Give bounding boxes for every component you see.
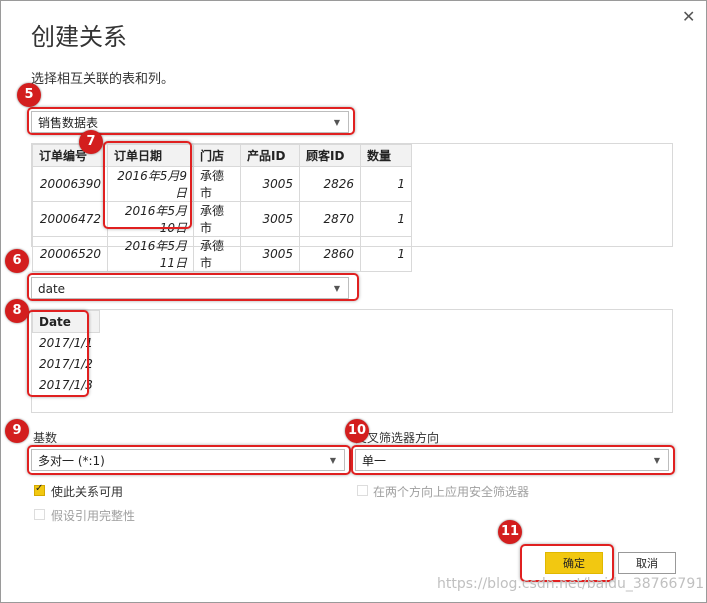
table-cell: 2860 (299, 236, 361, 272)
cardinality-label: 基数 (33, 431, 58, 445)
table-cell: 2017/1/1 (32, 332, 100, 354)
chevron-down-icon: ▼ (329, 456, 336, 465)
chevron-down-icon: ▼ (333, 118, 340, 127)
step-marker: 10 (345, 419, 369, 443)
table-cell: 3005 (240, 166, 300, 202)
table-cell: 承德市 (193, 236, 241, 272)
step-marker: 8 (5, 299, 29, 323)
column-header[interactable]: 订单日期 (107, 144, 194, 167)
active-checkbox[interactable] (34, 483, 45, 496)
table-cell: 1 (360, 166, 412, 202)
active-checkbox-label: 使此关系可用 (51, 485, 124, 499)
table-cell: 2017/1/2 (32, 353, 100, 375)
table-cell: 承德市 (193, 201, 241, 237)
create-relationship-dialog: 创建关系 ✕ 选择相互关联的表和列。 销售数据表 ▼ 订单编号 订单日期 门店 … (0, 0, 707, 603)
table-cell: 2016年5月9日 (107, 166, 194, 202)
column-header[interactable]: Date (32, 310, 100, 333)
ok-button[interactable]: 确定 (545, 552, 603, 574)
dialog-subtitle: 选择相互关联的表和列。 (31, 72, 175, 87)
table-cell: 1 (360, 201, 412, 237)
table-cell: 20006520 (32, 236, 108, 272)
table2-select-value: date (38, 282, 66, 296)
column-header[interactable]: 数量 (360, 144, 412, 167)
chevron-down-icon: ▼ (333, 284, 340, 293)
table-row: 2017/1/3 (32, 374, 100, 396)
table-cell: 2016年5月11日 (107, 236, 194, 272)
table-cell: 20006472 (32, 201, 108, 237)
cardinality-select-value: 多对一 (*:1) (38, 454, 105, 468)
table-cell: 2826 (299, 166, 361, 202)
table-cell: 3005 (240, 236, 300, 272)
step-marker: 6 (5, 249, 29, 273)
cancel-button[interactable]: 取消 (618, 552, 676, 574)
table-cell: 1 (360, 236, 412, 272)
table-row: 2017/1/1 (32, 332, 100, 354)
table2-grid: Date 2017/1/1 2017/1/2 2017/1/3 (32, 310, 100, 396)
table1-select[interactable]: 销售数据表 ▼ (31, 111, 349, 133)
table-row: 20006472 2016年5月10日 承德市 3005 2870 1 (32, 201, 412, 237)
security-filter-checkbox[interactable] (357, 485, 368, 496)
step-marker: 9 (5, 419, 29, 443)
table2-preview: Date 2017/1/1 2017/1/2 2017/1/3 (31, 309, 673, 413)
integrity-checkbox[interactable] (34, 509, 45, 520)
table-cell: 2016年5月10日 (107, 201, 194, 237)
step-marker: 11 (498, 520, 522, 544)
filter-direction-select-value: 单一 (362, 454, 387, 468)
column-header[interactable]: 门店 (193, 144, 241, 167)
step-marker: 7 (79, 130, 103, 154)
watermark: https://blog.csdn.net/baidu_38766791 (437, 576, 705, 592)
table-cell: 2017/1/3 (32, 374, 100, 396)
column-header[interactable]: 产品ID (240, 144, 300, 167)
integrity-checkbox-label: 假设引用完整性 (51, 509, 136, 523)
table-cell: 20006390 (32, 166, 108, 202)
dialog-title: 创建关系 (31, 23, 127, 51)
table-row: 2017/1/2 (32, 353, 100, 375)
cardinality-select[interactable]: 多对一 (*:1) ▼ (31, 449, 345, 471)
table-cell: 承德市 (193, 166, 241, 202)
step-marker: 5 (17, 83, 41, 107)
table1-grid: 订单编号 订单日期 门店 产品ID 顾客ID 数量 20006390 2016年… (32, 144, 412, 272)
chevron-down-icon: ▼ (653, 456, 660, 465)
table1-select-value: 销售数据表 (38, 116, 99, 130)
table-cell: 3005 (240, 201, 300, 237)
close-icon[interactable]: ✕ (682, 7, 695, 26)
table1-preview: 订单编号 订单日期 门店 产品ID 顾客ID 数量 20006390 2016年… (31, 143, 673, 272)
security-filter-checkbox-label: 在两个方向上应用安全筛选器 (373, 485, 530, 499)
table-header-row: Date (32, 310, 100, 333)
column-header[interactable]: 顾客ID (299, 144, 361, 167)
table2-select[interactable]: date ▼ (31, 277, 349, 299)
table-row: 20006390 2016年5月9日 承德市 3005 2826 1 (32, 166, 412, 202)
table-cell: 2870 (299, 201, 361, 237)
filter-direction-select[interactable]: 单一 ▼ (355, 449, 669, 471)
table-row: 20006520 2016年5月11日 承德市 3005 2860 1 (32, 236, 412, 272)
